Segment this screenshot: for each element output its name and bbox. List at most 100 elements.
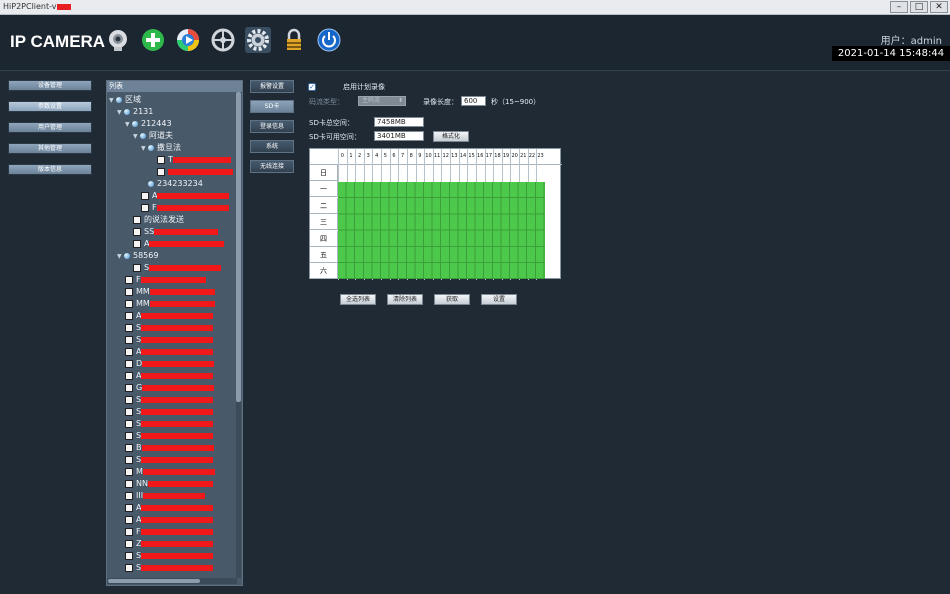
power-icon[interactable]	[316, 27, 342, 53]
tree-device-node[interactable]: M	[125, 467, 215, 477]
tree-vertical-scrollbar[interactable]	[236, 92, 241, 578]
tree-device-node[interactable]: 的说法发送	[133, 215, 184, 225]
tree-device-node[interactable]: MM	[125, 299, 215, 309]
tree-device-node[interactable]: A	[125, 503, 214, 513]
hour-label: 16	[477, 153, 484, 159]
tree-hscroll-thumb[interactable]	[108, 579, 200, 583]
nav-user-management[interactable]: 用户管理	[8, 122, 92, 133]
tree-device-node[interactable]: S	[125, 551, 214, 561]
hour-label: 14	[459, 153, 467, 159]
clear-list-button[interactable]: 清除列表	[387, 294, 423, 305]
nav-other-management[interactable]: 其他管理	[8, 143, 92, 154]
tree-device-node[interactable]: Z	[125, 539, 214, 549]
tree-device-node[interactable]: SS	[133, 227, 219, 237]
tab-system[interactable]: 系统	[250, 140, 294, 153]
day-label: 日	[310, 165, 338, 181]
sd-free-value: 3401MB	[374, 131, 424, 141]
hour-label: 13	[451, 153, 458, 159]
tree-device-node[interactable]: A	[125, 347, 214, 357]
tree-horizontal-scrollbar[interactable]	[107, 578, 237, 584]
sd-total-label: SD卡总空间：	[309, 119, 354, 127]
tree-device-node[interactable]: S	[125, 455, 214, 465]
hour-label: 2	[357, 153, 362, 159]
datetime-display: 2021-01-14 15:48:44	[832, 46, 950, 61]
tree-group-node[interactable]: ▼ 区域	[109, 95, 141, 105]
record-length-label: 录像长度：	[423, 98, 458, 106]
tree-device-node[interactable]: S	[125, 323, 214, 333]
hour-label: 15	[468, 153, 475, 159]
close-button[interactable]: ✕	[930, 1, 948, 13]
tree-group-node[interactable]: ▼ 撒旦法	[141, 143, 181, 153]
tree-device-node[interactable]: S	[125, 431, 214, 441]
stream-type-select[interactable]: 主码流 ⬍	[358, 96, 406, 106]
hour-label: 17	[485, 153, 493, 159]
minimize-button[interactable]: –	[890, 1, 908, 13]
enable-schedule-checkbox[interactable]: ✓	[308, 83, 316, 91]
tree-device-node[interactable]: T	[157, 155, 231, 165]
app-header: IP CAMERA 用户：admin 2021-01-14 15:48:44	[0, 15, 950, 71]
hour-label: 19	[502, 153, 510, 159]
tree-device-node[interactable]: A	[125, 311, 214, 321]
tree-device-node[interactable]: A	[125, 515, 214, 525]
day-label: 二	[310, 197, 338, 214]
select-all-button[interactable]: 全选列表	[340, 294, 376, 305]
nav-device-management[interactable]: 设备管理	[8, 80, 92, 91]
record-length-input[interactable]: 600	[461, 96, 486, 106]
sd-total-value: 7458MB	[374, 117, 424, 127]
add-icon[interactable]	[140, 27, 166, 53]
tree-device-node[interactable]: S	[125, 395, 214, 405]
tree-group-node[interactable]: ▼ 阿道夫	[133, 131, 173, 141]
stream-type-label: 码流类型：	[309, 98, 344, 106]
tree-device-node[interactable]: A	[125, 371, 214, 381]
tree-device-node[interactable]: A	[133, 239, 225, 249]
tree-device-node[interactable]: G	[125, 383, 215, 393]
tree-device-node[interactable]: F	[125, 527, 213, 537]
nav-version-info[interactable]: 版本信息	[8, 164, 92, 175]
ptz-icon[interactable]	[210, 27, 236, 53]
tree-device-node[interactable]: S	[133, 263, 222, 273]
set-button[interactable]: 设置	[481, 294, 517, 305]
hour-label: 21	[520, 153, 527, 159]
record-length-unit: 秒（15~900）	[491, 98, 541, 106]
lock-icon[interactable]	[281, 27, 307, 53]
camera-icon[interactable]	[105, 27, 131, 53]
tree-device-node[interactable]: NN	[125, 479, 213, 489]
tree-device-node[interactable]: B	[125, 443, 214, 453]
tab-alarm-settings[interactable]: 报警设置	[250, 80, 294, 93]
tree-scroll-thumb[interactable]	[236, 92, 241, 402]
tree-device-node[interactable]: S	[125, 407, 214, 417]
tab-wireless[interactable]: 无线连接	[250, 160, 294, 173]
day-label: 三	[310, 214, 338, 231]
hour-label: 18	[494, 153, 501, 159]
tree-device-node[interactable]: D	[125, 359, 215, 369]
record-schedule-grid[interactable]: 0 1 2 3 4 5 6 7 8 9 10 11 12 13 14 15 16 17 18 19 20 21 22 23 日…	[309, 148, 562, 280]
hour-label: 9	[418, 153, 422, 159]
hour-label: 23	[537, 153, 544, 159]
window-titlebar: HiP2PClient-v – □ ✕	[0, 0, 950, 15]
tree-device-node[interactable]: S	[125, 419, 214, 429]
tree-device-node[interactable]: III	[125, 491, 206, 501]
tree-device-node[interactable]: F	[141, 203, 229, 213]
tree-group-node[interactable]: ▼ 58569	[117, 251, 158, 261]
maximize-button[interactable]: □	[910, 1, 928, 13]
get-button[interactable]: 获取	[434, 294, 470, 305]
current-user: 用户：admin	[880, 36, 942, 47]
tree-device-node[interactable]: MM	[125, 287, 215, 297]
device-tree-list: ▼ 区域 ▼ 2131 ▼ 212443 ▼ 阿道夫 ▼ 撒旦法 T 234233234 …	[107, 92, 237, 578]
scheduled-hours-block[interactable]	[338, 182, 545, 279]
tree-group-node[interactable]: ▼ 2131	[117, 107, 153, 117]
tree-device-node[interactable]: F	[125, 275, 206, 285]
tab-login-info[interactable]: 登录信息	[250, 120, 294, 133]
hour-label: 0	[340, 153, 344, 159]
tree-group-node[interactable]: 234233234	[141, 179, 203, 189]
tree-device-node[interactable]: A	[141, 191, 230, 201]
nav-parameter-settings[interactable]: 参数设置	[8, 101, 92, 112]
tab-sd-card[interactable]: SD卡	[250, 100, 294, 113]
tree-device-node[interactable]: S	[125, 563, 214, 573]
settings-icon[interactable]	[245, 27, 271, 53]
playback-icon[interactable]	[175, 27, 201, 53]
format-button[interactable]: 格式化	[433, 131, 469, 142]
tree-device-node[interactable]	[157, 167, 233, 177]
tree-device-node[interactable]: S	[125, 335, 214, 345]
tree-group-node[interactable]: ▼ 212443	[125, 119, 172, 129]
